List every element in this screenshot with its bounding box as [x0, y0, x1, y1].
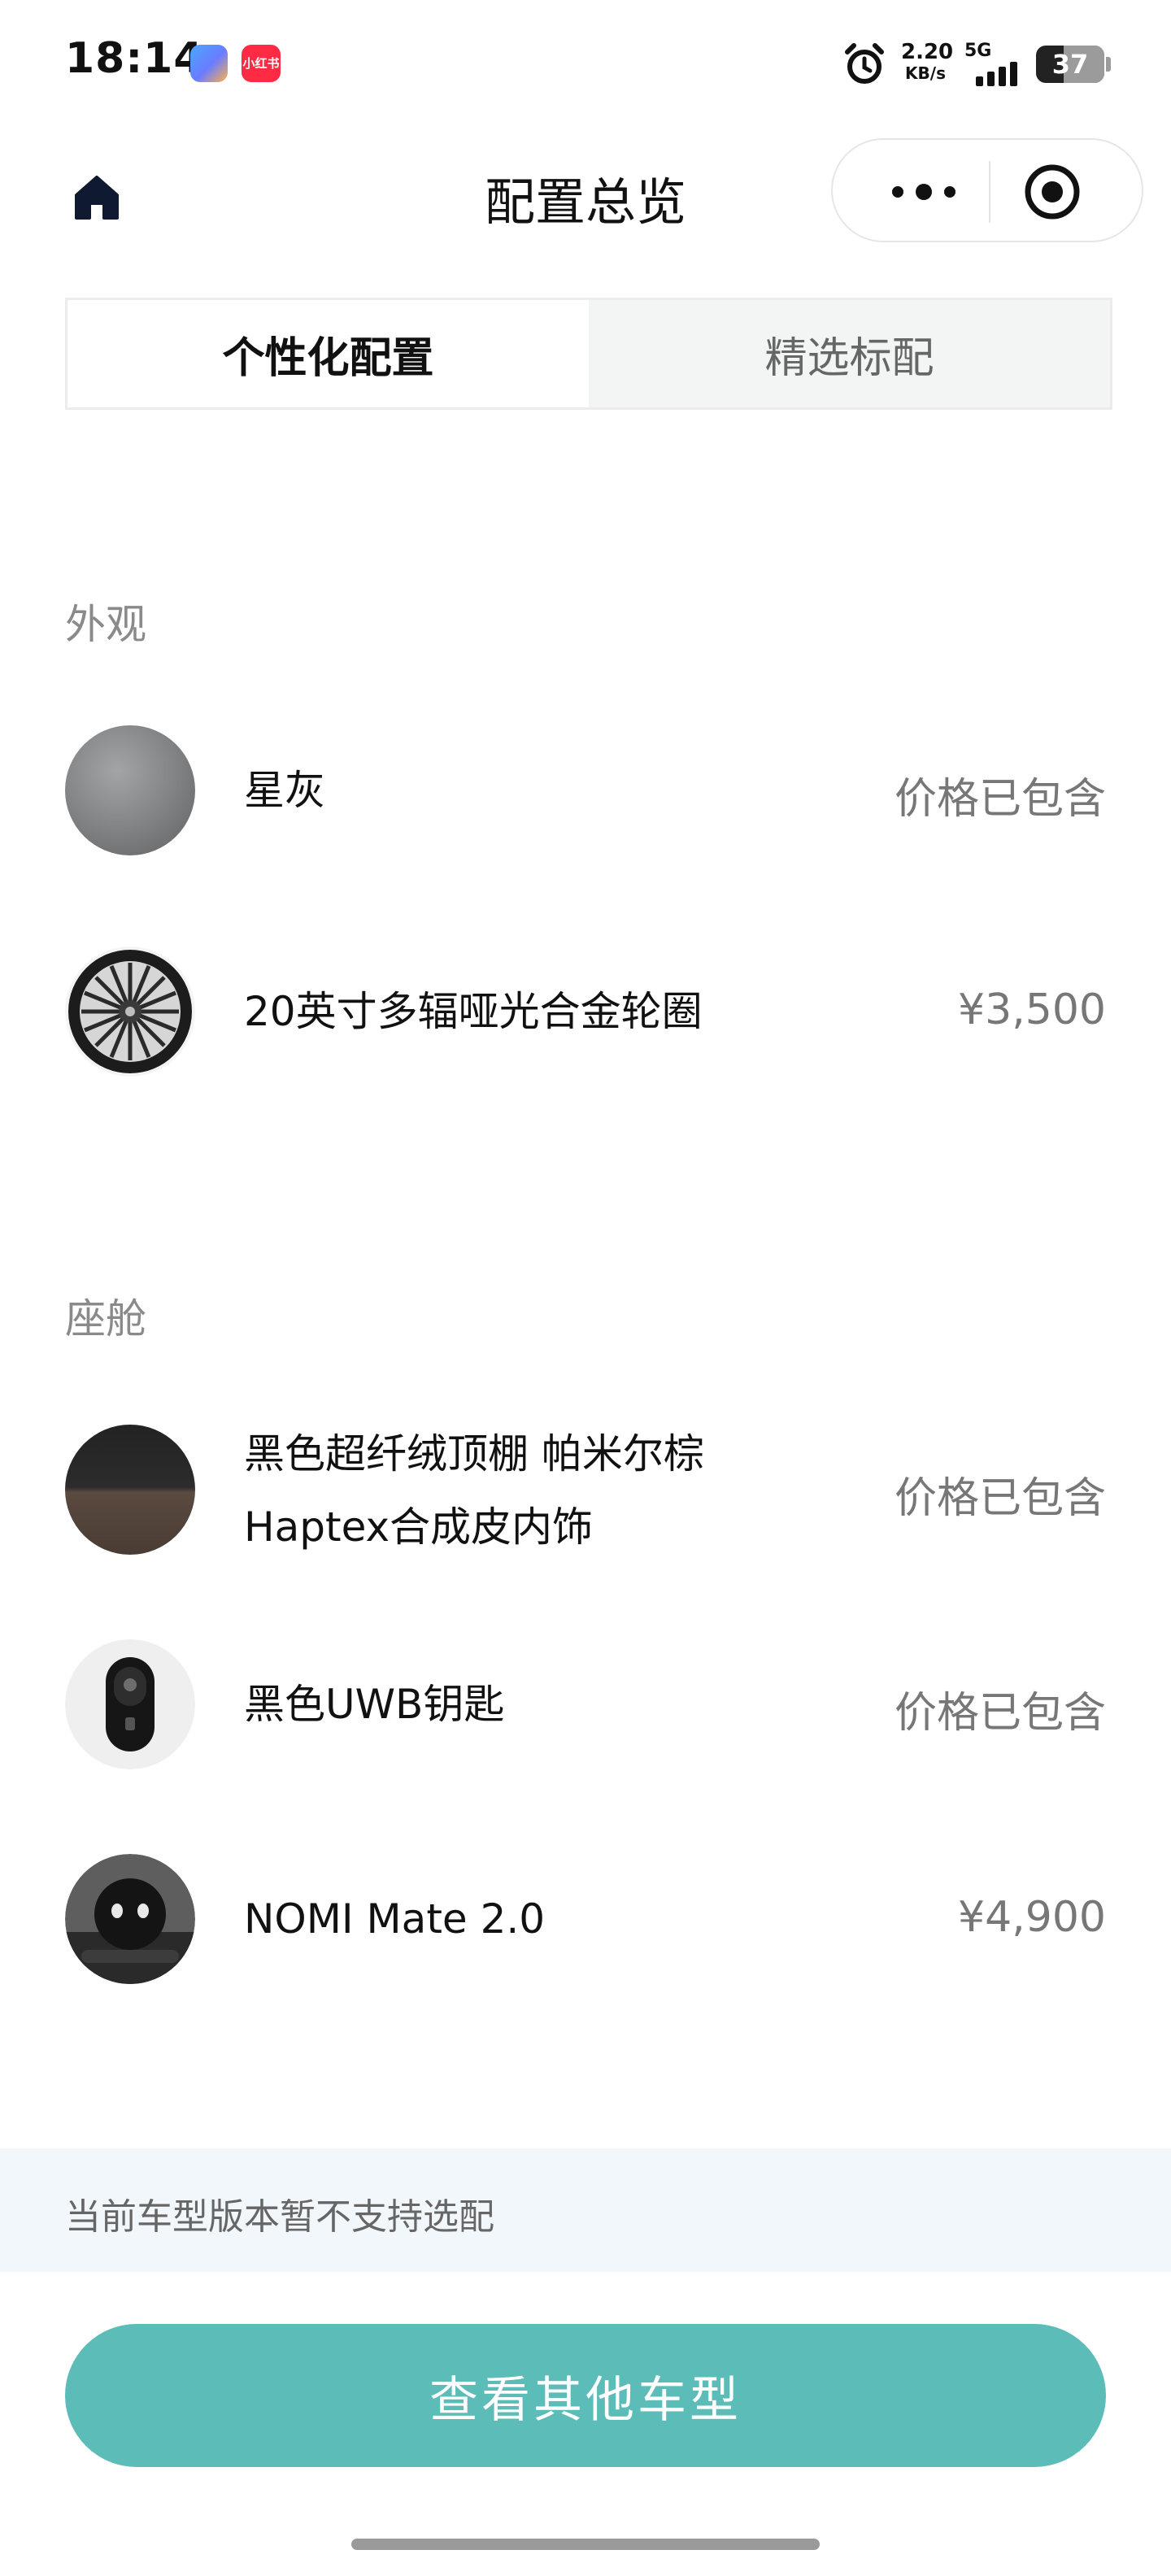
item-name: 星灰	[244, 767, 325, 814]
network-speed-unit: KB/s	[905, 63, 946, 83]
capsule-divider	[989, 161, 990, 223]
battery-level: 37	[1051, 49, 1089, 80]
list-item: 20英寸多辐哑光合金轮圈 ¥3,500	[65, 946, 1106, 1077]
item-name: 20英寸多辐哑光合金轮圈	[244, 988, 703, 1035]
config-tabs: 个性化配置 精选标配	[65, 298, 1112, 410]
item-price: ¥4,900	[958, 1893, 1106, 1942]
notice-text: 当前车型版本暂不支持选配	[65, 2196, 494, 2238]
network-speed-value: 2.20	[901, 40, 954, 64]
list-item: 星灰 价格已包含	[65, 725, 1106, 855]
app-notification-icon	[190, 45, 228, 82]
xiaohongshu-notification-icon: 小红书	[242, 45, 281, 82]
status-time: 18:14	[65, 34, 204, 83]
color-swatch-icon	[65, 725, 195, 855]
item-price: ¥3,500	[958, 986, 1106, 1034]
item-name-line2: Haptex合成皮内饰	[244, 1503, 594, 1551]
section-title-exterior: 外观	[65, 601, 146, 648]
status-bar: 18:14 小红书 2.20 KB/s 5G 37	[0, 0, 1171, 130]
battery-tip	[1106, 57, 1111, 72]
item-name: 黑色UWB钥匙	[244, 1681, 505, 1728]
signal-indicator: 5G	[964, 41, 1030, 86]
interior-material-icon	[65, 1425, 195, 1555]
tab-personalized-config[interactable]: 个性化配置	[67, 300, 589, 407]
home-indicator[interactable]	[351, 2539, 820, 2550]
item-price: 价格已包含	[894, 775, 1106, 824]
nomi-robot-icon	[65, 1854, 195, 1984]
tab-selected-standard[interactable]: 精选标配	[589, 300, 1110, 407]
item-name: NOMI Mate 2.0	[244, 1895, 546, 1943]
item-price: 价格已包含	[894, 1689, 1106, 1738]
battery-icon: 37	[1036, 46, 1104, 83]
network-speed: 2.20 KB/s	[901, 40, 954, 83]
mini-program-capsule	[831, 138, 1143, 242]
notice-banner: 当前车型版本暂不支持选配	[0, 2148, 1171, 2272]
close-mini-program-icon[interactable]	[1020, 159, 1085, 224]
more-icon[interactable]	[873, 166, 974, 218]
view-other-models-button[interactable]: 查看其他车型	[65, 2324, 1106, 2467]
section-title-cabin: 座舱	[65, 1295, 146, 1342]
list-item: NOMI Mate 2.0 ¥4,900	[65, 1854, 1106, 1984]
list-item: 黑色超纤绒顶棚 帕米尔棕 Haptex合成皮内饰 价格已包含	[65, 1425, 1106, 1555]
network-type: 5G	[964, 41, 992, 61]
list-item: 黑色UWB钥匙 价格已包含	[65, 1639, 1106, 1769]
alarm-icon	[845, 43, 884, 84]
item-price: 价格已包含	[894, 1474, 1106, 1523]
wheel-icon	[65, 946, 195, 1077]
item-name-line1: 黑色超纤绒顶棚 帕米尔棕	[244, 1430, 704, 1477]
car-key-icon	[65, 1639, 195, 1769]
